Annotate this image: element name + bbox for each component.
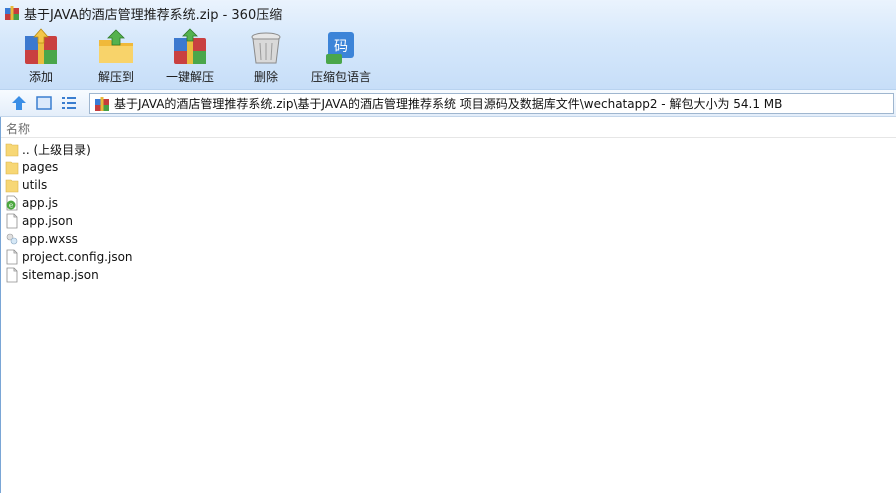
list-item[interactable]: pages [0, 158, 896, 176]
list-item[interactable]: project.config.json [0, 248, 896, 266]
folder-icon [5, 161, 19, 175]
list-item[interactable]: app.wxss [0, 230, 896, 248]
folder-icon [5, 143, 19, 157]
file-icon [6, 249, 18, 265]
list-item[interactable]: .. (上级目录) [0, 140, 896, 158]
column-header-name[interactable]: 名称 [0, 117, 896, 138]
file-name: project.config.json [22, 250, 133, 264]
archive-language-button[interactable]: 码 压缩包语言 [311, 28, 371, 86]
encoding-icon: 码 [326, 32, 354, 64]
list-item[interactable]: e app.js [0, 194, 896, 212]
add-button[interactable]: 添加 [21, 28, 61, 86]
svg-text:码: 码 [334, 39, 348, 55]
column-name-label: 名称 [6, 122, 31, 136]
title-bar: 基于JAVA的酒店管理推荐系统.zip - 360压缩 [0, 0, 896, 26]
list-view-icon[interactable] [60, 94, 78, 112]
add-label: 添加 [28, 70, 53, 84]
one-click-extract-icon [174, 28, 206, 64]
archive-app-icon [5, 6, 19, 20]
archive-icon [95, 96, 109, 111]
window-title: 基于JAVA的酒店管理推荐系统.zip - 360压缩 [24, 7, 283, 23]
file-name: app.js [22, 196, 58, 210]
navigation-bar: 基于JAVA的酒店管理推荐系统.zip\基于JAVA的酒店管理推荐系统 项目源码… [0, 90, 896, 117]
extract-to-button[interactable]: 解压到 [96, 28, 136, 86]
extract-folder-icon [99, 29, 133, 63]
js-file-icon: e [6, 195, 18, 211]
file-name: app.json [22, 214, 73, 228]
folder-icon [5, 179, 19, 193]
file-name: sitemap.json [22, 268, 99, 282]
address-path: 基于JAVA的酒店管理推荐系统.zip\基于JAVA的酒店管理推荐系统 项目源码… [114, 97, 783, 111]
file-icon [6, 267, 18, 283]
file-name: pages [22, 160, 59, 174]
svg-text:e: e [9, 202, 13, 210]
toolbar: 添加 解压到 一键解压 删除 码 压缩包语言 [0, 28, 896, 88]
one-click-extract-button[interactable]: 一键解压 [166, 28, 214, 86]
file-list: .. (上级目录) pages utils e app.js app.json … [0, 140, 896, 284]
list-item[interactable]: app.json [0, 212, 896, 230]
view-icon[interactable] [35, 94, 53, 112]
file-name: .. (上级目录) [22, 142, 91, 157]
trash-icon [251, 32, 281, 64]
list-item[interactable]: utils [0, 176, 896, 194]
delete-button[interactable]: 删除 [246, 28, 286, 86]
list-item[interactable]: sitemap.json [0, 266, 896, 284]
file-name: app.wxss [22, 232, 78, 246]
address-bar[interactable]: 基于JAVA的酒店管理推荐系统.zip\基于JAVA的酒店管理推荐系统 项目源码… [89, 93, 894, 114]
one-click-extract-label: 一键解压 [166, 70, 215, 84]
extract-to-label: 解压到 [97, 70, 134, 84]
file-icon [6, 213, 18, 229]
up-arrow-icon[interactable] [10, 94, 28, 112]
add-archive-icon [25, 28, 57, 64]
file-name: utils [22, 178, 48, 192]
top-panel: 基于JAVA的酒店管理推荐系统.zip - 360压缩 添加 解压到 一键解压 … [0, 0, 896, 90]
wxss-file-icon [6, 233, 18, 245]
delete-label: 删除 [253, 70, 278, 84]
archive-language-label: 压缩包语言 [311, 70, 372, 84]
